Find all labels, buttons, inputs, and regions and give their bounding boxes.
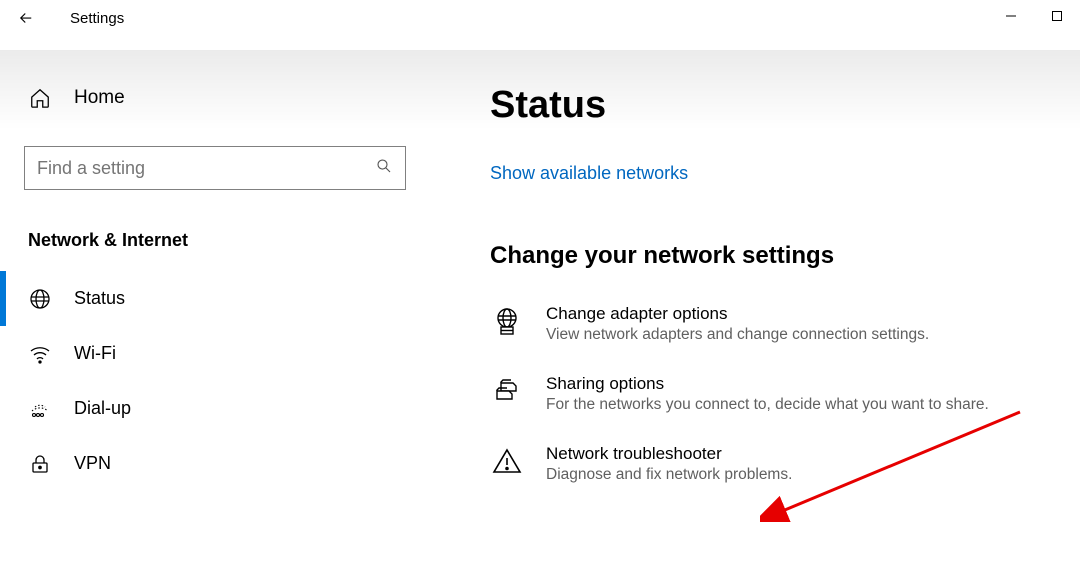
vpn-icon (28, 452, 52, 476)
sidebar-item-vpn[interactable]: VPN (20, 436, 410, 491)
back-button[interactable] (12, 4, 40, 32)
globe-icon (28, 287, 52, 311)
category-heading: Network & Internet (20, 230, 410, 271)
sidebar-item-label: Status (74, 288, 125, 309)
sidebar-item-dialup[interactable]: Dial-up (20, 381, 410, 436)
card-desc: For the networks you connect to, decide … (546, 396, 989, 414)
home-label: Home (74, 87, 125, 109)
card-title: Sharing options (546, 374, 989, 394)
search-input-container[interactable] (24, 146, 406, 190)
warning-icon (490, 444, 524, 478)
sidebar-item-wifi[interactable]: Wi-Fi (20, 326, 410, 381)
maximize-button[interactable] (1034, 0, 1080, 32)
app-title: Settings (70, 10, 124, 27)
home-icon (28, 86, 52, 110)
card-title: Change adapter options (546, 304, 929, 324)
wifi-icon (28, 342, 52, 366)
card-network-troubleshooter[interactable]: Network troubleshooter Diagnose and fix … (490, 444, 1060, 484)
search-input[interactable] (37, 158, 375, 179)
page-title: Status (490, 84, 1060, 127)
sidebar-item-label: VPN (74, 453, 111, 474)
sharing-icon (490, 374, 524, 408)
card-adapter-options[interactable]: Change adapter options View network adap… (490, 304, 1060, 344)
section-heading: Change your network settings (490, 242, 1060, 270)
card-desc: View network adapters and change connect… (546, 326, 929, 344)
show-networks-link[interactable]: Show available networks (490, 163, 688, 184)
home-nav[interactable]: Home (20, 72, 410, 124)
sidebar-item-label: Dial-up (74, 398, 131, 419)
card-sharing-options[interactable]: Sharing options For the networks you con… (490, 374, 1060, 414)
dialup-icon (28, 397, 52, 421)
search-icon (375, 157, 393, 180)
card-title: Network troubleshooter (546, 444, 792, 464)
adapter-icon (490, 304, 524, 338)
minimize-button[interactable] (988, 0, 1034, 32)
sidebar-item-label: Wi-Fi (74, 343, 116, 364)
sidebar-item-status[interactable]: Status (20, 271, 410, 326)
card-desc: Diagnose and fix network problems. (546, 466, 792, 484)
